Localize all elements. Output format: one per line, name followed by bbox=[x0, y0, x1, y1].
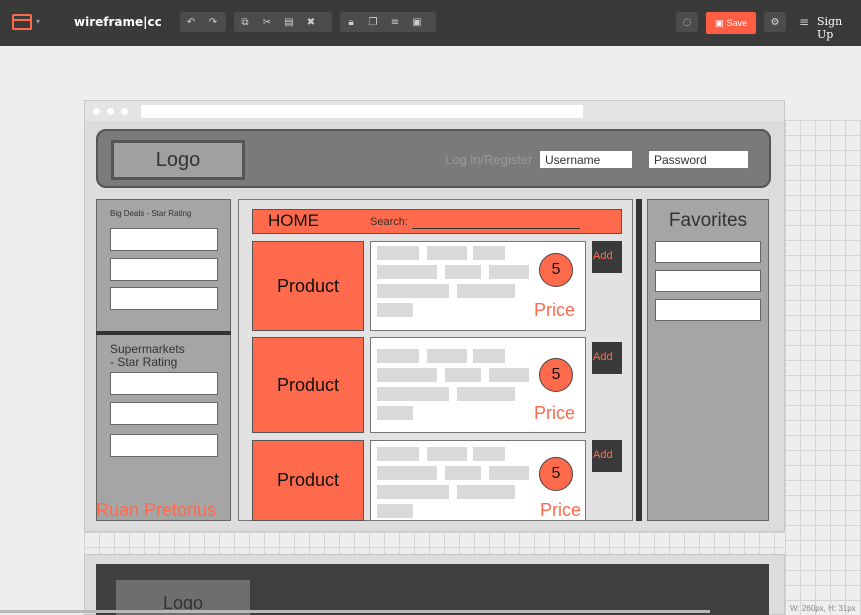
password-field[interactable]: Password bbox=[648, 150, 749, 169]
copy-icon[interactable]: ⧉ bbox=[234, 12, 256, 32]
placeholder-text bbox=[473, 246, 505, 260]
window-dot bbox=[93, 108, 100, 115]
sidebar-divider bbox=[96, 331, 231, 335]
placeholder-text bbox=[377, 265, 437, 279]
placeholder-text bbox=[427, 349, 467, 363]
favorite-item[interactable] bbox=[655, 241, 761, 263]
big-deals-label: Big Deals - Star Rating bbox=[110, 209, 192, 218]
placeholder-text bbox=[377, 466, 437, 480]
placeholder-text bbox=[473, 349, 505, 363]
star-rating-badge: 5 bbox=[539, 253, 573, 287]
placeholder-text bbox=[427, 246, 467, 260]
save-button[interactable]: ▣ Save bbox=[706, 12, 756, 34]
chevron-down-icon[interactable]: ▾ bbox=[36, 17, 40, 26]
product-price: Price bbox=[540, 500, 582, 520]
paste-icon[interactable]: ▤ bbox=[278, 12, 300, 32]
placeholder-text bbox=[377, 504, 413, 518]
group-icon[interactable]: ▣ bbox=[406, 12, 428, 32]
url-bar[interactable] bbox=[141, 105, 583, 118]
add-button[interactable]: Add bbox=[592, 342, 622, 374]
redo-icon[interactable]: ↷ bbox=[202, 12, 224, 32]
favorites-title: Favorites bbox=[668, 210, 748, 231]
product-card[interactable]: Product bbox=[252, 241, 364, 331]
placeholder-text bbox=[489, 265, 529, 279]
home-title[interactable]: HOME bbox=[268, 211, 319, 231]
placeholder-text bbox=[457, 284, 515, 298]
element-dimensions: W: 260px, H: 31px bbox=[790, 604, 856, 613]
star-rating-badge: 5 bbox=[539, 358, 573, 392]
placeholder-text bbox=[445, 265, 481, 279]
placeholder-text bbox=[377, 284, 449, 298]
placeholder-text bbox=[377, 246, 419, 260]
window-dot bbox=[107, 108, 114, 115]
placeholder-text bbox=[445, 368, 481, 382]
favorite-item[interactable] bbox=[655, 299, 761, 321]
placeholder-text bbox=[377, 349, 419, 363]
placeholder-text bbox=[377, 303, 413, 317]
lock-icon[interactable]: 🔒︎ bbox=[340, 12, 362, 32]
scrollbar[interactable] bbox=[636, 199, 642, 521]
floppy-icon: ▣ bbox=[714, 17, 724, 28]
align-icon[interactable]: ≡ bbox=[384, 12, 406, 32]
sign-up-link[interactable]: Sign Up bbox=[817, 15, 861, 41]
save-label: Save bbox=[726, 18, 748, 28]
supermarkets-label: Supermarkets - Star Rating bbox=[110, 342, 185, 369]
settings-icon[interactable]: ⚙ bbox=[764, 12, 786, 32]
placeholder-text bbox=[377, 387, 449, 401]
brand-logo: wireframe|cc bbox=[74, 15, 162, 29]
clipboard-group: ⧉ ✂ ▤ ✖ bbox=[234, 12, 332, 32]
deal-item[interactable] bbox=[110, 287, 218, 310]
product-card[interactable]: Product bbox=[252, 337, 364, 433]
duplicate-icon[interactable]: ❐ bbox=[362, 12, 384, 32]
browser-titlebar bbox=[85, 101, 784, 121]
placeholder-text bbox=[445, 466, 481, 480]
canvas-grid bbox=[785, 120, 861, 615]
window-dot bbox=[121, 108, 128, 115]
horizontal-scrollbar[interactable] bbox=[0, 610, 710, 613]
placeholder-text bbox=[377, 368, 437, 382]
deal-item[interactable] bbox=[110, 258, 218, 281]
placeholder-text bbox=[377, 406, 413, 420]
canvas-grid-strip bbox=[84, 532, 784, 554]
login-register-link[interactable]: Log in/Register bbox=[445, 152, 532, 167]
supermarket-item[interactable] bbox=[110, 402, 218, 425]
username-field[interactable]: Username bbox=[539, 150, 633, 169]
undo-icon[interactable]: ↶ bbox=[180, 12, 202, 32]
search-label: Search: bbox=[370, 216, 408, 228]
deal-item[interactable] bbox=[110, 228, 218, 251]
author-credit: Ruan Pretorius bbox=[96, 500, 217, 520]
favorite-item[interactable] bbox=[655, 270, 761, 292]
placeholder-text bbox=[457, 387, 515, 401]
site-logo[interactable]: Logo bbox=[111, 140, 245, 180]
app-menu-icon[interactable] bbox=[12, 14, 32, 30]
hamburger-menu-icon[interactable]: ≡ bbox=[799, 15, 809, 29]
placeholder-text bbox=[489, 368, 529, 382]
placeholder-text bbox=[457, 485, 515, 499]
search-input[interactable] bbox=[412, 228, 580, 229]
add-button[interactable]: Add bbox=[592, 241, 622, 273]
product-price: Price bbox=[534, 403, 576, 423]
star-rating-badge: 5 bbox=[539, 457, 573, 491]
comment-icon[interactable]: ◌ bbox=[676, 12, 698, 32]
supermarket-item[interactable] bbox=[110, 372, 218, 395]
placeholder-text bbox=[377, 485, 449, 499]
arrange-group: 🔒︎ ❐ ≡ ▣ bbox=[340, 12, 436, 32]
history-group: ↶ ↷ bbox=[180, 12, 226, 32]
placeholder-text bbox=[427, 447, 467, 461]
placeholder-text bbox=[489, 466, 529, 480]
cut-icon[interactable]: ✂ bbox=[256, 12, 278, 32]
add-button[interactable]: Add bbox=[592, 440, 622, 472]
placeholder-text bbox=[473, 447, 505, 461]
delete-icon[interactable]: ✖ bbox=[300, 12, 322, 32]
product-card[interactable]: Product bbox=[252, 440, 364, 521]
top-toolbar: ▾ wireframe|cc ↶ ↷ ⧉ ✂ ▤ ✖ 🔒︎ ❐ ≡ ▣ ◌ ▣ … bbox=[0, 0, 861, 46]
supermarket-item[interactable] bbox=[110, 434, 218, 457]
placeholder-text bbox=[377, 447, 419, 461]
product-price: Price bbox=[534, 300, 576, 320]
